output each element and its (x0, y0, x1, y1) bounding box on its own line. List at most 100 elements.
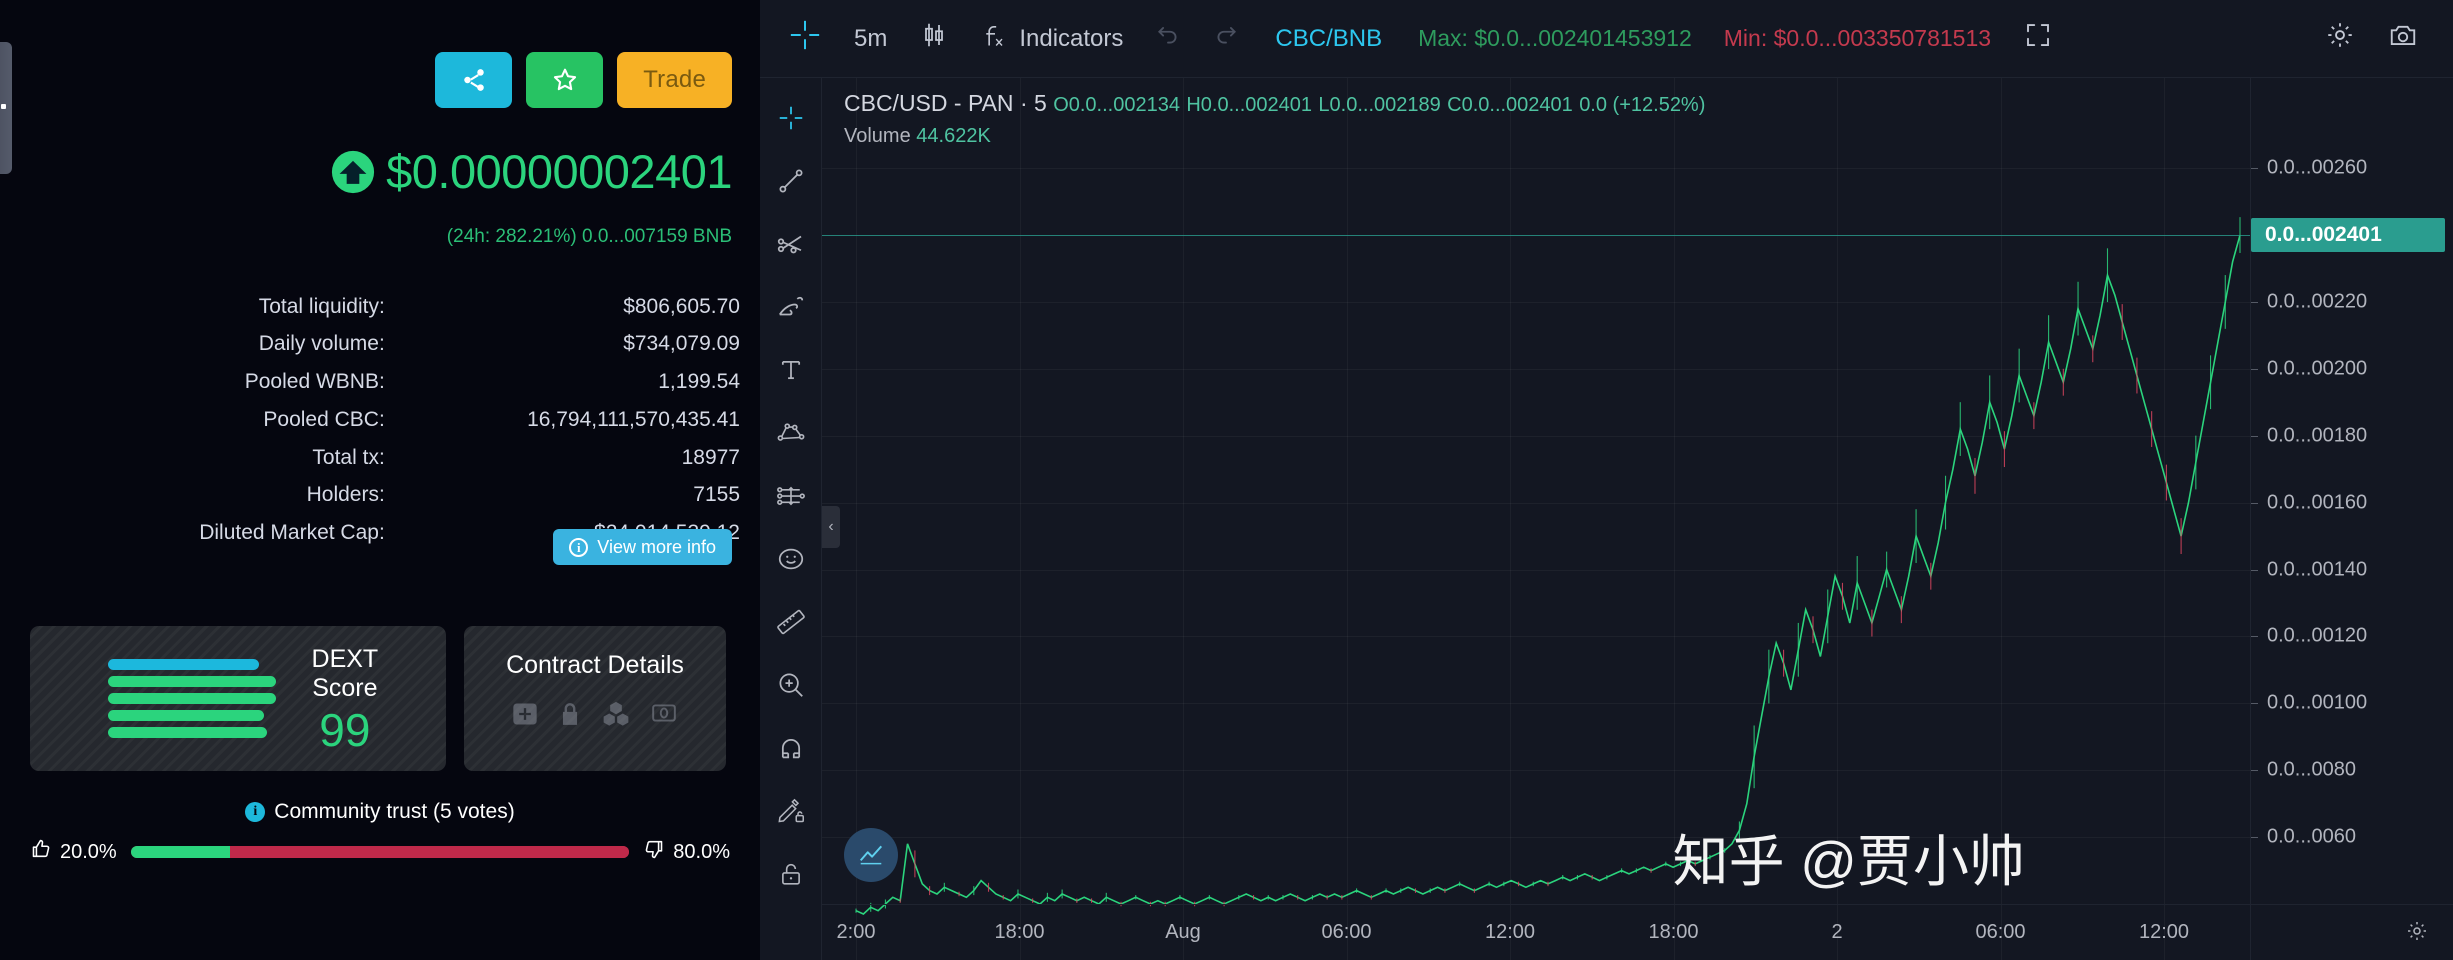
thumbs-down-icon[interactable] (643, 838, 665, 866)
scroll-left-button[interactable]: ‹ (822, 506, 840, 548)
price-axis-tick (2251, 569, 2258, 571)
snapshot-button[interactable] (2371, 0, 2435, 78)
measure-arrows-tool[interactable] (763, 464, 819, 527)
gear-icon (2325, 20, 2355, 57)
token-info-panel: Trade $0.00000002401 (24h: 282.21%) 0.0.… (0, 0, 760, 960)
magnet-tool[interactable] (763, 716, 819, 779)
gridline-horizontal (822, 569, 2250, 571)
time-axis-settings-icon[interactable] (2405, 919, 2429, 948)
price-axis-label: 0.0...00100 (2267, 691, 2368, 714)
chart-toolbar-right (2309, 0, 2453, 78)
fullscreen-button[interactable] (2007, 0, 2069, 78)
crosshair-tool-button[interactable] (772, 0, 838, 78)
info-icon[interactable]: i (245, 802, 266, 822)
score-cards: DEXT Score 99 Contract Details (30, 626, 726, 771)
drawing-tools-sidebar (760, 78, 822, 960)
gridline-vertical (1183, 78, 1184, 960)
patterns-tool[interactable] (763, 401, 819, 464)
gridline-vertical (1019, 78, 1021, 960)
chart-symbol: CBC/USD - PAN (844, 90, 1014, 116)
price-axis-label: 0.0...00120 (2267, 624, 2368, 647)
price-axis-tick (2251, 636, 2258, 638)
camera-icon (2387, 20, 2419, 57)
zoom-in-tool[interactable] (763, 653, 819, 716)
gridline-vertical (1510, 78, 1511, 960)
undo-button[interactable] (1139, 0, 1197, 78)
interval-selector[interactable]: 5m (838, 0, 903, 78)
price-axis-label: 0.0...00200 (2267, 357, 2368, 380)
trading-pair-selector[interactable]: CBC/BNB (1255, 25, 1402, 53)
favorite-button[interactable] (526, 52, 604, 108)
gridline-horizontal (822, 435, 2250, 437)
dext-score-value-block: DEXT Score 99 (276, 645, 414, 753)
stat-label: Daily volume: (258, 332, 385, 356)
lock-drawings-tool[interactable] (763, 842, 819, 905)
stat-value: 18977 (681, 445, 740, 469)
redo-button[interactable] (1197, 0, 1255, 78)
price-axis-label: 0.0...00160 (2267, 491, 2368, 514)
time-axis-label: 12:00 (1484, 921, 1536, 943)
contract-details-card[interactable]: Contract Details (464, 626, 726, 771)
legend-high: H0.0...002401 (1186, 94, 1313, 116)
gridline-horizontal (822, 168, 2250, 170)
share-icon (461, 67, 487, 93)
chart-type-button[interactable] (903, 0, 965, 78)
thumbs-up-icon[interactable] (30, 838, 52, 866)
time-axis-label: 18:00 (994, 921, 1045, 943)
price-series-svg (822, 78, 2250, 960)
panel-resize-handle[interactable] (0, 42, 12, 174)
token-action-buttons: Trade (435, 52, 732, 108)
legend-close: C0.0...002401 (1447, 94, 1573, 116)
crosshair-icon (788, 18, 822, 59)
time-axis-label: 18:00 (1648, 921, 1699, 943)
trend-line-tool[interactable] (763, 149, 819, 212)
price-axis[interactable]: 0.0...00260 0.0...00220 0.0...00200 0.0...0… (2250, 78, 2453, 960)
volume-label: Volume (844, 125, 911, 147)
view-more-info-button[interactable]: i View more info (553, 529, 732, 565)
price-line (856, 235, 2240, 914)
table-row: Pooled WBNB: 1,199.54 (0, 364, 740, 402)
chart-settings-button[interactable] (2309, 0, 2371, 78)
table-row: Total liquidity: $806,605.70 (0, 288, 740, 326)
trust-down-fill (230, 846, 630, 858)
time-axis-label: Aug (1165, 921, 1201, 943)
indicators-label: Indicators (1019, 24, 1124, 52)
indicators-button[interactable]: Indicators (965, 0, 1139, 78)
trust-up-fill (130, 846, 231, 858)
ruler-tool[interactable] (763, 590, 819, 653)
token-stats-table: Total liquidity: $806,605.70 Daily volume… (0, 288, 740, 552)
pitchfork-tool[interactable] (763, 212, 819, 275)
chart-legend-separator: · (1019, 90, 1034, 116)
table-row: Holders: 7155 (0, 477, 740, 515)
proxy-cubes-icon (601, 700, 631, 733)
stat-label: Diluted Market Cap: (199, 521, 385, 545)
table-row: Total tx: 18977 (0, 439, 740, 477)
trade-button[interactable]: Trade (617, 52, 732, 108)
text-tool[interactable] (763, 338, 819, 401)
stat-label: Total tx: (312, 445, 385, 469)
redo-icon (1213, 22, 1239, 55)
chart-legend-volume: Volume 44.622K (844, 125, 1705, 148)
stat-label: Total liquidity: (258, 294, 385, 318)
dext-score-bars (108, 659, 276, 738)
legend-open: O0.0...002134 (1053, 94, 1180, 116)
current-price-badge: 0.0...002401 (2251, 217, 2445, 252)
share-button[interactable] (435, 52, 513, 108)
time-axis[interactable]: 2:00 18:00 Aug 06:00 12:00 18:00 2 06:00 12:00 (822, 904, 2453, 960)
dext-score-card[interactable]: DEXT Score 99 (30, 626, 446, 771)
chart-logo-badge[interactable] (844, 828, 898, 882)
time-axis-label: 06:00 (1321, 921, 1372, 943)
brush-tool[interactable] (763, 275, 819, 338)
stat-label: Pooled WBNB: (244, 370, 385, 394)
chart-legend: CBC/USD - PAN · 5 O0.0...002134 H0.0...0… (844, 90, 1705, 148)
pencil-lock-tool[interactable] (763, 779, 819, 842)
price-axis-tick (2251, 703, 2258, 705)
lock-icon (557, 700, 583, 733)
price-axis-label: 0.0...0080 (2267, 758, 2356, 781)
stat-value: $806,605.70 (623, 294, 740, 318)
chart-plot-area[interactable]: CBC/USD - PAN · 5 O0.0...002134 H0.0...0… (822, 78, 2250, 960)
price-axis-label: 0.0...0060 (2267, 825, 2356, 848)
emoji-tool[interactable] (763, 527, 819, 590)
cursor-crosshair-tool[interactable] (763, 86, 819, 149)
time-axis-label: 06:00 (1975, 921, 2026, 943)
